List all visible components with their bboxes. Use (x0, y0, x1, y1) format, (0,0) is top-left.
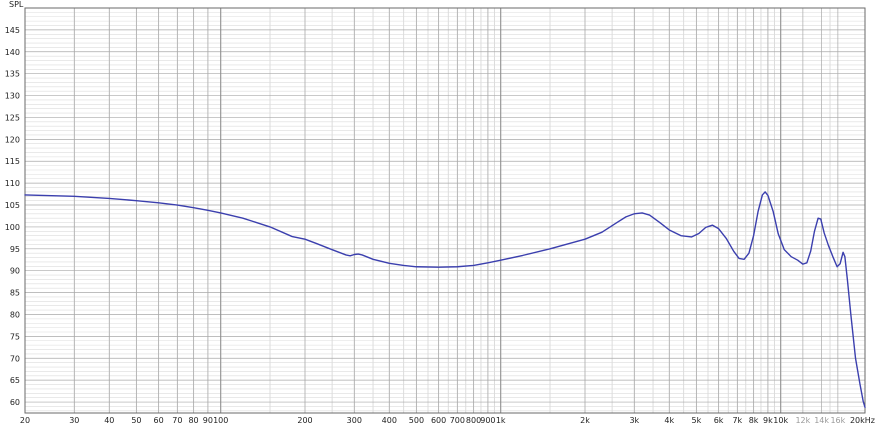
x-tick-label: 4k (664, 416, 674, 425)
x-tick-label: 70 (172, 416, 182, 425)
x-tick-label: 1k (496, 416, 506, 425)
x-tick-label: 8k (749, 416, 759, 425)
x-tick-label: 12k (795, 416, 810, 425)
plot-frame (24, 7, 866, 414)
x-tick-label: 300 (347, 416, 362, 425)
x-tick-label: 80 (188, 416, 198, 425)
x-tick-label: 700 (450, 416, 465, 425)
y-tick-label: 75 (10, 332, 20, 341)
x-tick-label: 200 (297, 416, 312, 425)
x-tick-label: 20 (20, 416, 30, 425)
x-tick-label: 20kHz (850, 416, 875, 425)
y-axis-label: SPL (9, 0, 24, 9)
x-tick-label: 60 (154, 416, 164, 425)
major-grid (24, 8, 866, 413)
minor-grid (25, 8, 865, 413)
x-tick-label: 900 (480, 416, 495, 425)
x-tick-label: 14k (814, 416, 829, 425)
y-axis-tick-labels: 60 65 70 75 80 85 90 95 100 105 110 115 120 125 130 135… (5, 26, 20, 407)
x-tick-label: 9k (763, 416, 773, 425)
y-tick-label: 90 (10, 267, 20, 276)
x-tick-label: 6k (714, 416, 724, 425)
y-tick-label: 105 (5, 201, 20, 210)
x-tick-label: 10k (773, 416, 788, 425)
y-tick-label: 60 (10, 398, 20, 407)
x-tick-label: 50 (131, 416, 141, 425)
y-tick-label: 145 (5, 26, 20, 35)
y-tick-label: 120 (5, 135, 20, 144)
y-tick-label: 115 (5, 157, 20, 166)
frequency-response-chart: 60 65 70 75 80 85 90 95 100 105 110 115 120 125 130 135… (5, 0, 875, 425)
y-tick-label: 110 (5, 179, 20, 188)
series-line-1 (24, 191, 866, 409)
x-tick-label: 100 (213, 416, 228, 425)
x-axis-tick-labels: 20 30 40 50 60 70 80 90 100 200 300 400 500 600 700 800… (20, 416, 875, 425)
x-tick-label: 3k (629, 416, 639, 425)
y-tick-label: 140 (5, 48, 20, 57)
y-tick-label: 135 (5, 70, 20, 79)
y-tick-label: 70 (10, 354, 20, 363)
x-tick-label: 2k (580, 416, 590, 425)
y-tick-label: 65 (10, 376, 20, 385)
x-tick-label: 5k (692, 416, 702, 425)
series-layer (24, 191, 866, 409)
x-tick-label: 800 (466, 416, 481, 425)
x-tick-label: 16k (830, 416, 845, 425)
x-tick-label: 30 (69, 416, 79, 425)
y-tick-label: 125 (5, 113, 20, 122)
x-tick-label: 90 (203, 416, 213, 425)
x-tick-label: 7k (732, 416, 742, 425)
x-tick-label: 40 (104, 416, 114, 425)
y-tick-label: 85 (10, 289, 20, 298)
y-tick-label: 80 (10, 310, 20, 319)
x-tick-label: 600 (431, 416, 446, 425)
x-tick-label: 400 (382, 416, 397, 425)
y-tick-label: 130 (5, 92, 20, 101)
x-tick-label: 500 (409, 416, 424, 425)
y-tick-label: 100 (5, 223, 20, 232)
y-tick-label: 95 (10, 245, 20, 254)
